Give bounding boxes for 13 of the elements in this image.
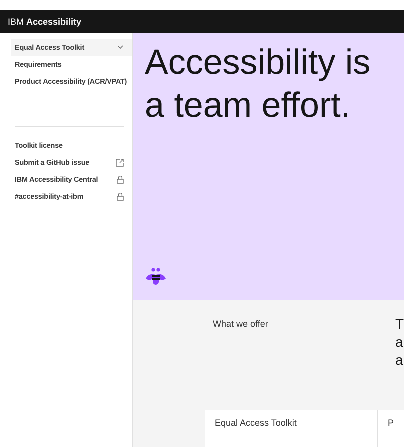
site-title[interactable]: IBM Accessibility	[8, 16, 82, 26]
chevron-down-icon	[117, 45, 124, 50]
lock-icon	[117, 192, 124, 200]
intro-text: a	[395, 333, 404, 351]
offer-card[interactable]: Equal Access Toolkit	[205, 410, 377, 447]
lock-icon	[117, 176, 124, 184]
offer-card[interactable]: P	[376, 410, 404, 447]
intro-text: T	[395, 315, 404, 333]
bee-icon	[145, 268, 167, 286]
hero-title: Accessibility is a team effort.	[145, 42, 372, 127]
intro-text: a	[395, 351, 404, 369]
section-label: What we offer	[213, 319, 270, 331]
launch-icon	[116, 158, 124, 166]
